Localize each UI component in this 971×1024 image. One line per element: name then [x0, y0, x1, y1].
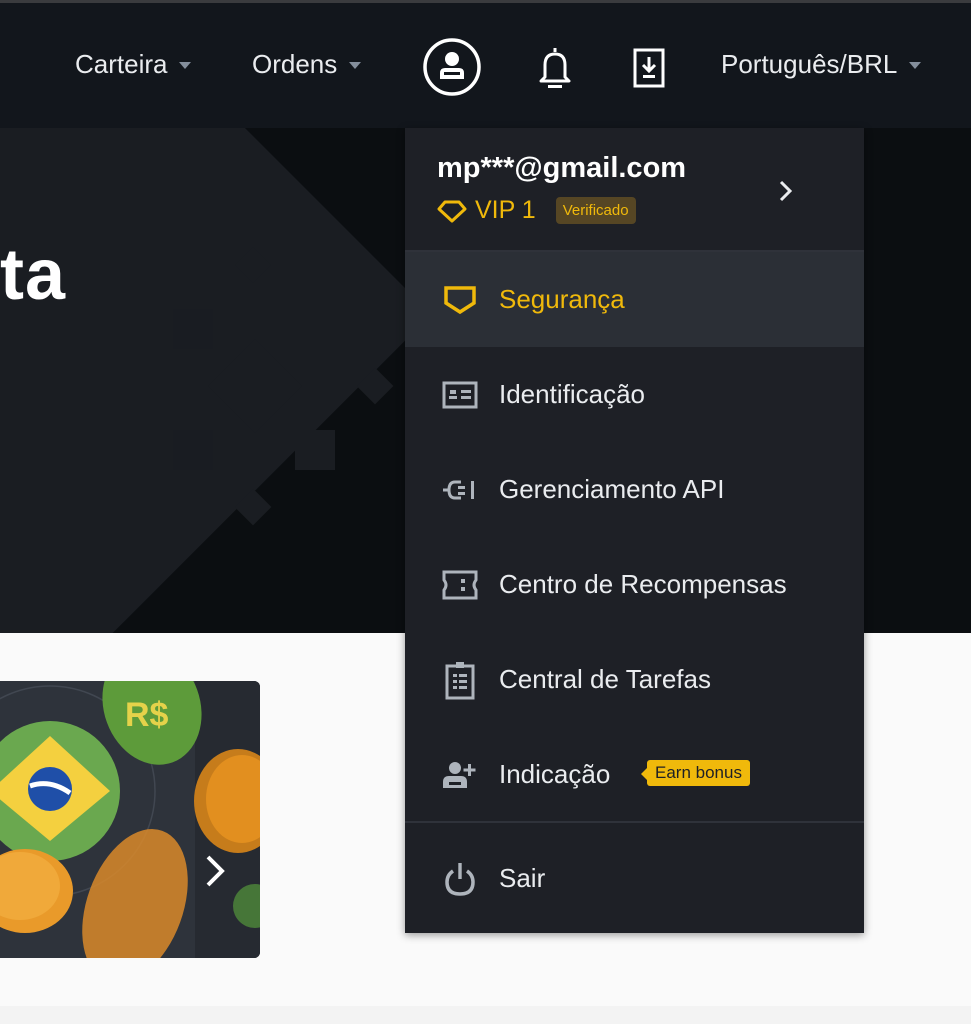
nav-orders-menu[interactable]: Ordens — [252, 49, 362, 80]
menu-item-label: Indicação — [499, 759, 611, 789]
plug-icon — [441, 471, 479, 509]
menu-item-label: Segurança — [499, 284, 625, 314]
footer-strip — [0, 1006, 971, 1024]
menu-item-security[interactable]: Segurança — [405, 252, 864, 347]
promo-banner[interactable]: R$ — [0, 681, 260, 958]
verified-badge: Verificado — [555, 197, 636, 224]
diamond-icon — [437, 200, 467, 222]
decor-square — [295, 309, 335, 349]
nav-orders-label: Ordens — [252, 49, 338, 79]
hero-title: ta — [0, 235, 67, 315]
menu-item-label: Identificação — [499, 379, 645, 409]
menu-item-task-center[interactable]: Central de Tarefas — [405, 632, 864, 727]
menu-item-label: Centro de Recompensas — [499, 569, 787, 599]
power-icon — [441, 860, 479, 898]
caret-down-icon — [909, 62, 922, 69]
top-navbar: Carteira Ordens Português/BRL — [0, 3, 971, 128]
caret-down-icon — [179, 62, 192, 69]
decor-square — [173, 309, 213, 349]
download-app-icon — [633, 48, 665, 88]
add-user-icon — [441, 756, 479, 794]
menu-item-identification[interactable]: Identificação — [405, 347, 864, 442]
account-summary-link[interactable]: mp***@gmail.com VIP 1 Verificado — [405, 128, 864, 250]
banner-next-button[interactable] — [200, 851, 230, 891]
vip-level-row: VIP 1 Verificado — [437, 196, 636, 225]
user-avatar-icon — [423, 38, 481, 96]
user-avatar-button[interactable] — [422, 37, 482, 97]
menu-item-referral[interactable]: Indicação Earn bonus — [405, 727, 864, 822]
download-app-button[interactable] — [632, 47, 666, 89]
chevron-right-icon — [206, 855, 225, 887]
menu-item-label: Gerenciamento API — [499, 474, 725, 504]
chevron-right-icon — [779, 180, 793, 202]
id-card-icon — [441, 376, 479, 414]
earn-bonus-badge: Earn bonus — [641, 760, 750, 786]
account-dropdown-menu: mp***@gmail.com VIP 1 Verificado Seguran… — [405, 128, 864, 933]
decor-square — [295, 430, 335, 470]
menu-item-label: Sair — [499, 863, 546, 893]
account-email: mp***@gmail.com — [437, 152, 687, 184]
menu-item-logout[interactable]: Sair — [405, 831, 864, 926]
vip-level: VIP 1 — [475, 196, 536, 224]
ticket-icon — [441, 566, 479, 604]
notifications-button[interactable] — [535, 45, 575, 89]
language-label: Português/BRL — [721, 49, 898, 79]
menu-divider — [405, 821, 864, 823]
clipboard-icon — [441, 661, 479, 699]
menu-item-label: Central de Tarefas — [499, 664, 711, 694]
shield-icon — [441, 281, 479, 319]
menu-item-api-management[interactable]: Gerenciamento API — [405, 442, 864, 537]
language-currency-selector[interactable]: Português/BRL — [721, 49, 922, 80]
menu-item-rewards-center[interactable]: Centro de Recompensas — [405, 537, 864, 632]
brazil-crypto-illustration: R$ — [0, 681, 260, 958]
decor-square — [173, 430, 213, 470]
caret-down-icon — [349, 62, 362, 69]
bell-icon — [539, 48, 571, 88]
coin-brl-label: R$ — [125, 696, 169, 734]
nav-wallet-menu[interactable]: Carteira — [75, 49, 192, 80]
nav-wallet-label: Carteira — [75, 49, 168, 79]
